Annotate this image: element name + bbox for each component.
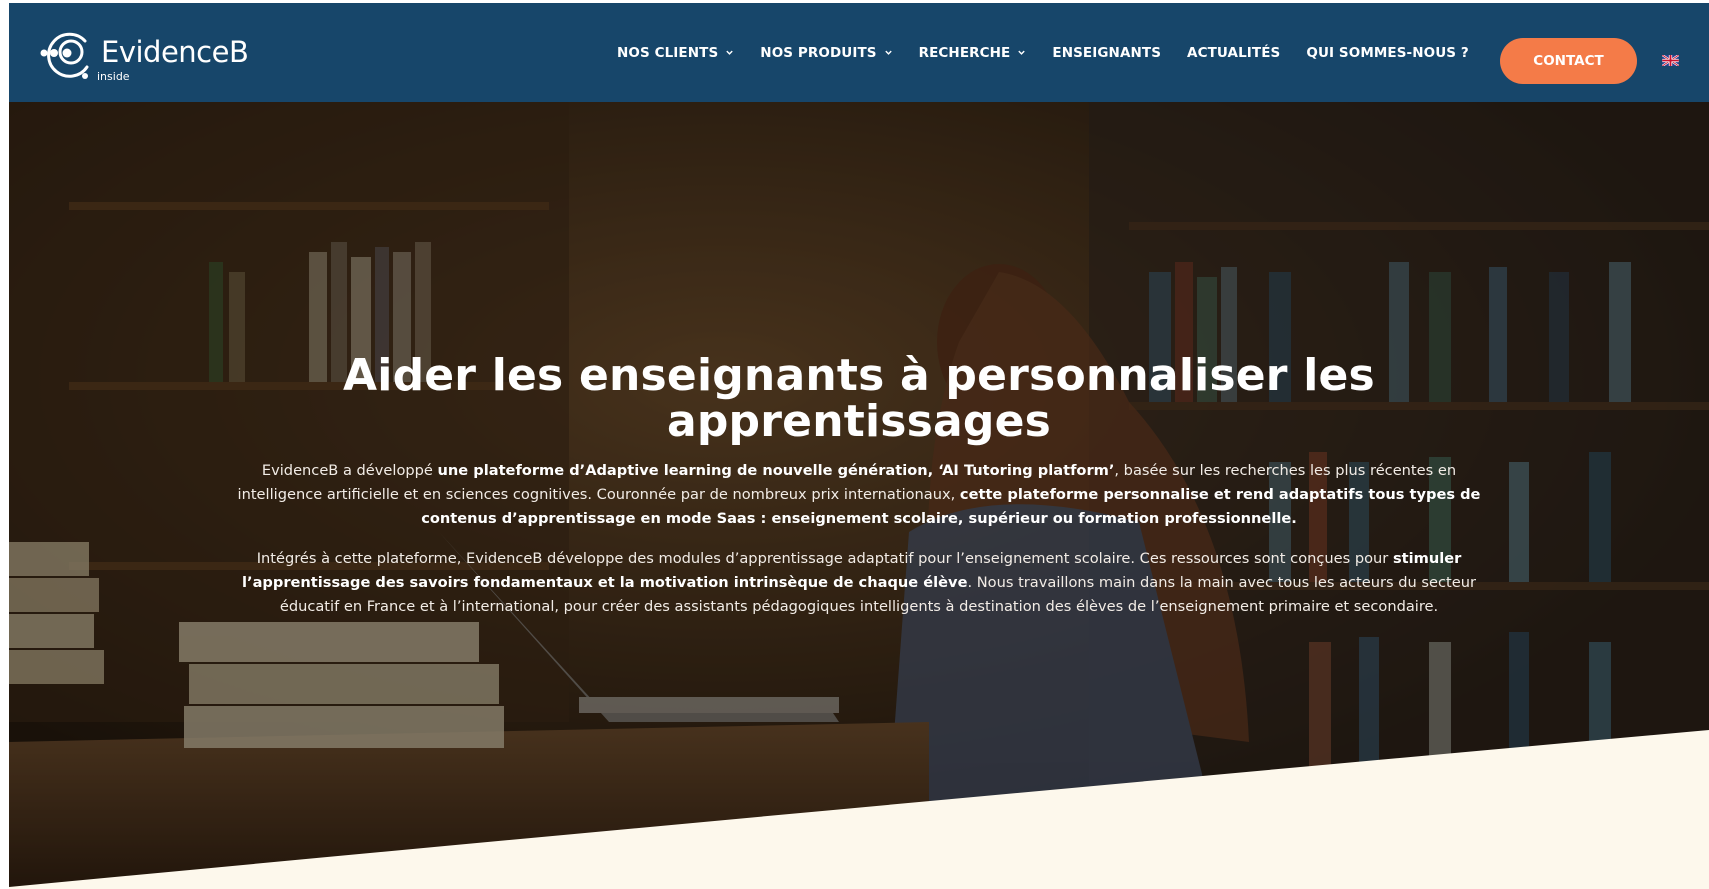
chevron-down-icon: [1018, 50, 1026, 55]
chevron-down-icon: [726, 50, 734, 55]
nav-item-recherche[interactable]: RECHERCHE: [919, 33, 1027, 73]
nav-label: RECHERCHE: [918, 44, 1011, 61]
nav-item-qui-sommes-nous[interactable]: QUI SOMMES-NOUS ?: [1306, 33, 1468, 73]
nav-item-actualites[interactable]: ACTUALITÉS: [1187, 33, 1280, 73]
nav-item-nos-produits[interactable]: NOS PRODUITS: [760, 33, 892, 73]
contact-button[interactable]: CONTACT: [1500, 38, 1637, 84]
hero-section: Aider les enseignants à personnaliser le…: [9, 102, 1709, 889]
site-header: EvidenceB inside NOS CLIENTS NOS PRODUIT…: [9, 3, 1709, 102]
nav-label: NOS PRODUITS: [760, 44, 877, 61]
nav-label: NOS CLIENTS: [617, 44, 719, 61]
section-divider-wave: [9, 730, 1709, 889]
uk-flag-icon[interactable]: [1662, 55, 1679, 66]
brand-tagline: inside: [97, 70, 130, 83]
main-nav: NOS CLIENTS NOS PRODUITS RECHERCHE ENSEI…: [617, 3, 1495, 102]
browser-viewport: EvidenceB inside NOS CLIENTS NOS PRODUIT…: [9, 3, 1709, 889]
nav-label: ACTUALITÉS: [1187, 44, 1281, 61]
nav-item-nos-clients[interactable]: NOS CLIENTS: [617, 33, 734, 73]
brand-name: EvidenceB: [101, 35, 249, 69]
nav-label: QUI SOMMES-NOUS ?: [1306, 44, 1469, 61]
evidenceb-logo[interactable]: EvidenceB inside: [39, 27, 259, 87]
nav-label: ENSEIGNANTS: [1052, 44, 1162, 61]
chevron-down-icon: [884, 50, 892, 55]
nav-item-enseignants[interactable]: ENSEIGNANTS: [1052, 33, 1161, 73]
